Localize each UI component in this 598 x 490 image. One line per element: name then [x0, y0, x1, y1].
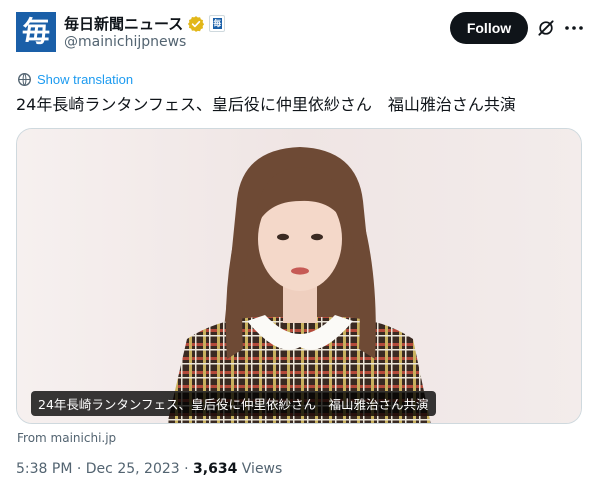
media-caption: 24年長崎ランタンフェス、皇后役に仲里依紗さん 福山雅治さん共演 — [31, 391, 436, 416]
more-options-icon[interactable] — [563, 17, 585, 39]
views-label: Views — [241, 461, 283, 477]
account-handle[interactable]: @mainichijpnews — [64, 34, 186, 50]
link-source[interactable]: From mainichi.jp — [17, 431, 116, 445]
verified-badge-icon[interactable] — [187, 15, 205, 33]
tweet-meta: 5:38 PM · Dec 25, 2023 · 3,634 Views — [16, 461, 282, 477]
follow-button[interactable]: Follow — [450, 12, 528, 44]
translate-icon — [18, 73, 31, 86]
display-name[interactable]: 毎日新聞ニュース — [64, 13, 183, 34]
tweet-text: 24年長崎ランタンフェス、皇后役に仲里依紗さん 福山雅治さん共演 — [16, 95, 516, 114]
affiliate-badge-icon[interactable]: 毎 — [209, 15, 226, 32]
show-translation-link[interactable]: Show translation — [17, 72, 133, 87]
show-translation-label: Show translation — [37, 72, 134, 87]
affiliate-badge-glyph: 毎 — [212, 18, 222, 29]
avatar-logo-glyph: 毎 — [21, 15, 50, 48]
views-count: 3,634 — [193, 461, 238, 477]
tweet-date[interactable]: Dec 25, 2023 — [86, 461, 180, 477]
tweet-time[interactable]: 5:38 PM — [16, 461, 72, 477]
link-card-media[interactable]: 24年長崎ランタンフェス、皇后役に仲里依紗さん 福山雅治さん共演 — [16, 128, 582, 424]
avatar[interactable]: 毎 — [16, 12, 56, 52]
tweet-card: 毎 毎日新聞ニュース 毎 @mainichijpnews Follow Show… — [0, 0, 598, 490]
meta-separator-2: · — [184, 461, 189, 477]
news-photo — [17, 129, 581, 423]
meta-separator-1: · — [76, 461, 82, 477]
grok-icon[interactable] — [536, 18, 556, 38]
name-row: 毎日新聞ニュース 毎 — [64, 13, 226, 34]
